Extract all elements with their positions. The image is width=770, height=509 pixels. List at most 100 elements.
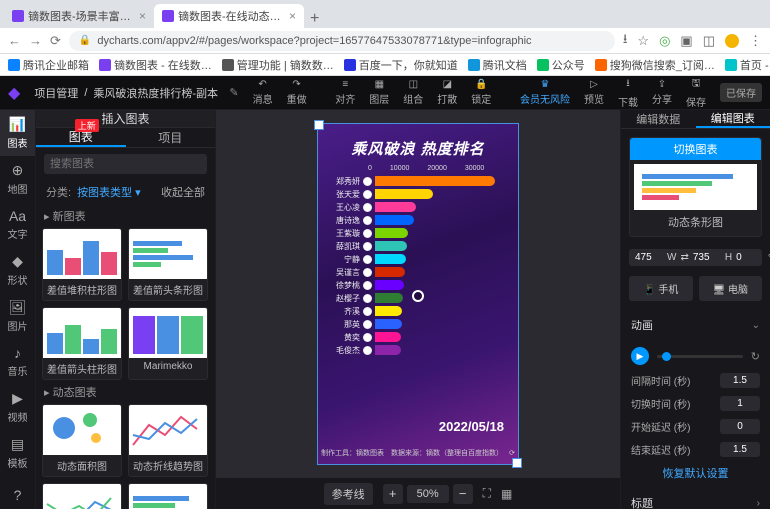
loop-icon[interactable]: ↻ [751,350,760,363]
switch-input[interactable]: 1 [720,396,760,411]
align-button[interactable]: ≡对齐 [335,79,355,106]
rail-music[interactable]: ♪音乐 [0,339,35,384]
zoom-in-button[interactable]: + [383,484,403,504]
rank-bar [375,202,416,212]
rail-help[interactable]: ? [0,481,35,509]
rail-map[interactable]: ⊕地图 [0,156,35,202]
tab-edit-chart[interactable]: 编辑图表 [696,110,770,128]
zoom-out-button[interactable]: − [453,484,473,504]
rail-video[interactable]: ▶视频 [0,384,35,430]
rotation-input[interactable] [736,252,764,263]
zoom-value[interactable]: 50% [407,485,449,503]
rank-row: 王心凌 [330,202,506,213]
rank-name: 吴谨言 [330,267,360,278]
device-desktop[interactable]: 🖥 电脑 [699,276,763,301]
ext-icon[interactable]: ◎ [659,33,670,49]
rail-template[interactable]: ▤模板 [0,430,35,476]
rail-shape[interactable]: ◆形状 [0,247,35,293]
tab-projects[interactable]: 项目 [126,128,216,147]
close-icon[interactable]: × [289,9,296,23]
chart-card[interactable]: VIP动态面积图 [42,404,122,477]
new-tab-button[interactable]: + [304,10,325,28]
tab-charts[interactable]: 图表 上新 [36,128,126,147]
project-root[interactable]: 项目管理 [34,85,78,101]
fit-button[interactable]: ⛶ [483,486,491,501]
ungroup-button[interactable]: ◪打散 [437,79,457,106]
url-input[interactable]: 🔒 dycharts.com/appv2/#/pages/workspace?p… [69,31,615,51]
rank-row: 那英 [330,319,506,330]
share-button[interactable]: ⇪分享 [652,79,672,106]
chart-card[interactable]: VIPNEW差值箭头柱形图 [42,307,122,380]
save-button[interactable]: 🖫保存 [686,76,706,109]
vip-button[interactable]: ♛会员无风险 [520,79,570,106]
grid-button[interactable]: ▦ [501,487,512,501]
bookmark[interactable]: 腾讯文档 [468,57,527,73]
zoom-controls: + 50% − [383,484,473,504]
logo-icon[interactable]: ◆ [8,83,20,103]
forward-icon[interactable]: → [29,33,42,48]
enddelay-input[interactable]: 1.5 [720,442,760,457]
collapse-all[interactable]: 收起全部 [161,184,205,200]
url-text: dycharts.com/appv2/#/pages/workspace?pro… [97,35,531,47]
chevron-down-icon: ⌄ [752,320,760,331]
preview-button[interactable]: ▷预览 [584,79,604,106]
startdelay-input[interactable]: 0 [720,419,760,434]
interval-input[interactable]: 1.5 [720,373,760,388]
chart-card[interactable]: VIP动态条形图 [128,483,208,509]
chart-card[interactable]: VIPNEW差值箭头条形图 [128,228,208,301]
reload-icon[interactable]: ⟳ [50,33,61,49]
browser-tab[interactable]: 镝数图表-场景丰富的免费在线… × [4,4,154,28]
tab-edit-data[interactable]: 编辑数据 [621,110,696,128]
rank-row: 郑秀妍 [330,176,506,187]
guideline-button[interactable]: 参考线 [324,483,373,505]
chart-card[interactable]: VIPNEW差值堆积柱形图 [42,228,122,301]
canvas-viewport[interactable]: 乘风破浪 热度排名 0100002000030000 郑秀妍张天爱王心凌唐诗逸王… [216,110,620,477]
lock-button[interactable]: 🔒锁定 [471,79,491,106]
chart-card[interactable]: VIP动态折线变化图 [42,483,122,509]
bookmark[interactable]: 搜狗微信搜索_订阅… [595,57,715,73]
filter-dropdown[interactable]: 按图表类型 ▾ [77,184,141,200]
height-input[interactable] [693,252,721,263]
redo-button[interactable]: ↷重做 [287,79,307,106]
share-icon[interactable]: ⭳ [623,30,628,52]
undo-button[interactable]: ↶消息 [253,79,273,106]
anim-group[interactable]: 动画⌄ [621,311,770,339]
group-button[interactable]: ◫组合 [403,79,423,106]
bookmark[interactable]: 公众号 [537,57,585,73]
device-mobile[interactable]: 📱 手机 [629,276,693,301]
bookmark[interactable]: 百度一下，你就知道 [344,57,458,73]
layer-button[interactable]: ▦图层 [369,79,389,106]
progress-slider[interactable] [657,355,743,358]
reset-button[interactable]: 恢复默认设置 [621,461,770,485]
bookmark[interactable]: 管理功能 | 镝数数… [222,57,334,73]
breadcrumb: 项目管理 / ✎ [34,85,238,101]
rail-text[interactable]: Aa文字 [0,202,35,247]
left-tabs: 图表 上新 项目 [36,128,215,148]
back-icon[interactable]: ← [8,33,21,48]
star-icon[interactable]: ☆ [637,33,649,49]
right-tabs: 编辑数据 编辑图表 [621,110,770,129]
rail-charts[interactable]: 📊图表 [0,110,35,156]
menu-icon[interactable]: ⋮ [749,33,762,49]
bookmark[interactable]: 腾讯企业邮箱 [8,57,89,73]
close-icon[interactable]: × [139,9,146,23]
ext-icon[interactable]: ▣ [680,33,692,49]
ext-icon[interactable]: ◫ [703,33,715,49]
download-button[interactable]: ⭳下载 [618,76,638,109]
chart-card[interactable]: VIP动态折线趋势图 [128,404,208,477]
rank-row: 薛凯琪 [330,241,506,252]
avatar-icon[interactable] [725,34,739,48]
search-input[interactable] [44,154,207,174]
width-input[interactable] [635,252,663,263]
title-group[interactable]: 标题› [621,489,770,509]
project-name-input[interactable] [93,87,223,99]
rail-image[interactable]: 🖼图片 [0,293,35,339]
bookmark[interactable]: 首页 - Canva可画 [725,57,770,73]
bookmark[interactable]: 镝数图表 - 在线数… [99,57,212,73]
edit-icon[interactable]: ✎ [229,86,238,99]
chart-card[interactable]: VIPNEWMarimekko [128,307,208,380]
switch-chart-button[interactable]: 切换图表 [630,138,761,160]
play-button[interactable]: ▶ [631,347,649,365]
browser-tab-active[interactable]: 镝数图表-在线动态图表工具-… × [154,4,304,28]
lock-aspect-icon[interactable]: ⇄ [680,252,688,263]
